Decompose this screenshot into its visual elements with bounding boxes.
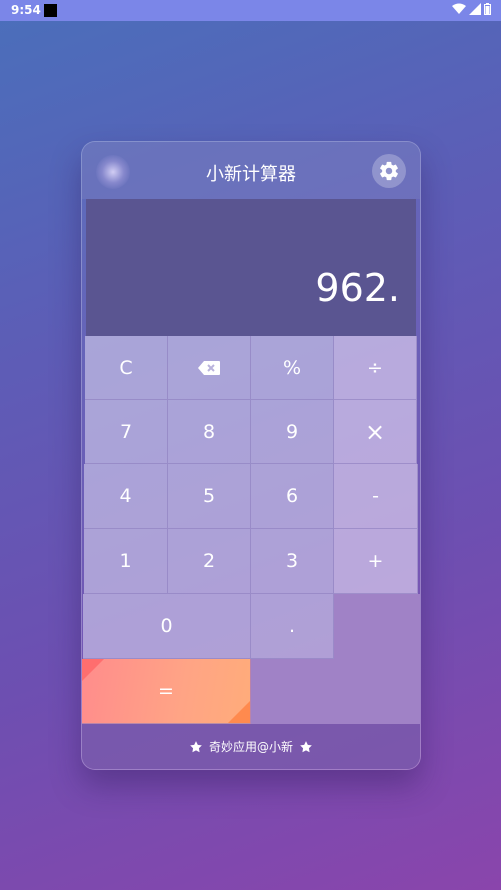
divide-button[interactable]: ÷ <box>334 336 417 400</box>
status-icons <box>452 3 491 15</box>
digit-2-button[interactable]: 2 <box>168 529 251 594</box>
percent-button[interactable]: % <box>251 336 334 400</box>
calculator-card: 小新计算器 962. C % ÷ 7 8 9 × 4 5 6 - 1 2 3 +… <box>81 141 421 770</box>
wifi-icon <box>452 3 466 14</box>
notification-icon <box>44 4 57 17</box>
digit-5-button[interactable]: 5 <box>168 464 251 529</box>
clear-button[interactable]: C <box>85 336 168 400</box>
status-bar: 9:54 <box>0 0 501 21</box>
footer-text: 奇妙应用@小新 <box>208 740 293 754</box>
star-icon <box>190 740 202 752</box>
star-icon <box>300 740 312 752</box>
result-display: 962. <box>86 199 416 336</box>
minus-button[interactable]: - <box>334 464 418 529</box>
display-value: 962. <box>315 266 400 310</box>
gear-icon <box>380 161 398 181</box>
digit-8-button[interactable]: 8 <box>168 400 251 464</box>
digit-0-button[interactable]: 0 <box>83 594 251 659</box>
signal-icon <box>469 3 481 15</box>
footer: 奇妙应用@小新 <box>82 724 420 769</box>
corner-decoration <box>82 659 104 681</box>
multiply-button[interactable]: × <box>334 400 417 464</box>
digit-1-button[interactable]: 1 <box>84 529 168 594</box>
status-time: 9:54 <box>11 3 41 17</box>
decimal-button[interactable]: . <box>251 594 334 659</box>
backspace-button[interactable] <box>168 336 251 400</box>
digit-3-button[interactable]: 3 <box>251 529 334 594</box>
equals-button[interactable]: = <box>82 659 251 724</box>
digit-9-button[interactable]: 9 <box>251 400 334 464</box>
battery-icon <box>484 3 491 15</box>
app-title: 小新计算器 <box>206 164 296 185</box>
corner-decoration <box>228 701 250 723</box>
digit-4-button[interactable]: 4 <box>84 464 168 529</box>
plus-button[interactable]: + <box>334 529 418 594</box>
digit-7-button[interactable]: 7 <box>85 400 168 464</box>
empty-cell <box>251 659 334 724</box>
app-header: 小新计算器 <box>82 142 420 199</box>
empty-cell <box>334 594 420 724</box>
settings-button[interactable] <box>372 154 406 188</box>
digit-6-button[interactable]: 6 <box>251 464 334 529</box>
equals-label: = <box>158 680 174 702</box>
backspace-icon <box>198 360 220 375</box>
